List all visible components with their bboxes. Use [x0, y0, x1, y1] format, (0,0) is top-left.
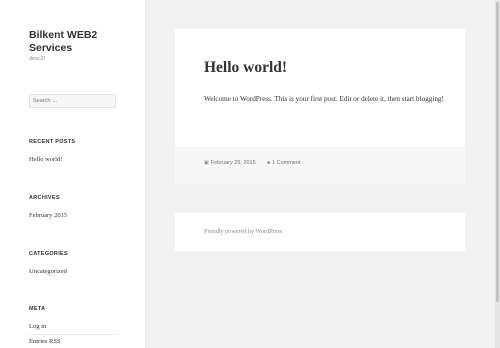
site-description: desc2/ — [29, 56, 46, 62]
sidebar: Bilkent WEB2 Services desc2/ RECENT POST… — [0, 0, 145, 348]
post-title[interactable]: Hello world! — [204, 59, 287, 77]
scrollbar-thumb[interactable] — [496, 2, 499, 302]
site-footer: Proudly powered by WordPress — [175, 213, 465, 251]
scrollbar[interactable] — [495, 0, 500, 348]
archives-heading: ARCHIVES — [29, 195, 60, 201]
entries-rss-link[interactable]: Entries RSS — [29, 338, 61, 345]
recent-post-link[interactable]: Hello world! — [29, 156, 62, 163]
post-date[interactable]: ▣ February 25, 2015 — [204, 160, 256, 166]
post-comments[interactable]: ■ 1 Comment — [267, 160, 300, 166]
categories-heading: CATEGORIES — [29, 251, 68, 257]
footer-credit-link[interactable]: Proudly powered by WordPress — [204, 228, 282, 235]
archive-link[interactable]: February 2015 — [29, 212, 67, 219]
post-date-label: February 25, 2015 — [210, 160, 256, 166]
site-title[interactable]: Bilkent WEB2 Services — [29, 29, 129, 54]
calendar-icon: ▣ — [204, 160, 209, 166]
search-input[interactable] — [29, 94, 116, 108]
divider — [29, 334, 119, 335]
category-link[interactable]: Uncategorized — [29, 268, 67, 275]
post-comments-label: 1 Comment — [272, 160, 301, 166]
login-link[interactable]: Log in — [29, 323, 46, 330]
comment-icon: ■ — [267, 160, 271, 166]
meta-heading: META — [29, 306, 46, 312]
post-card: Hello world! Welcome to WordPress. This … — [175, 29, 465, 184]
post-footer: ▣ February 25, 2015 ■ 1 Comment — [175, 147, 465, 184]
post-content: Welcome to WordPress. This is your first… — [204, 95, 444, 103]
recent-posts-heading: RECENT POSTS — [29, 139, 76, 145]
